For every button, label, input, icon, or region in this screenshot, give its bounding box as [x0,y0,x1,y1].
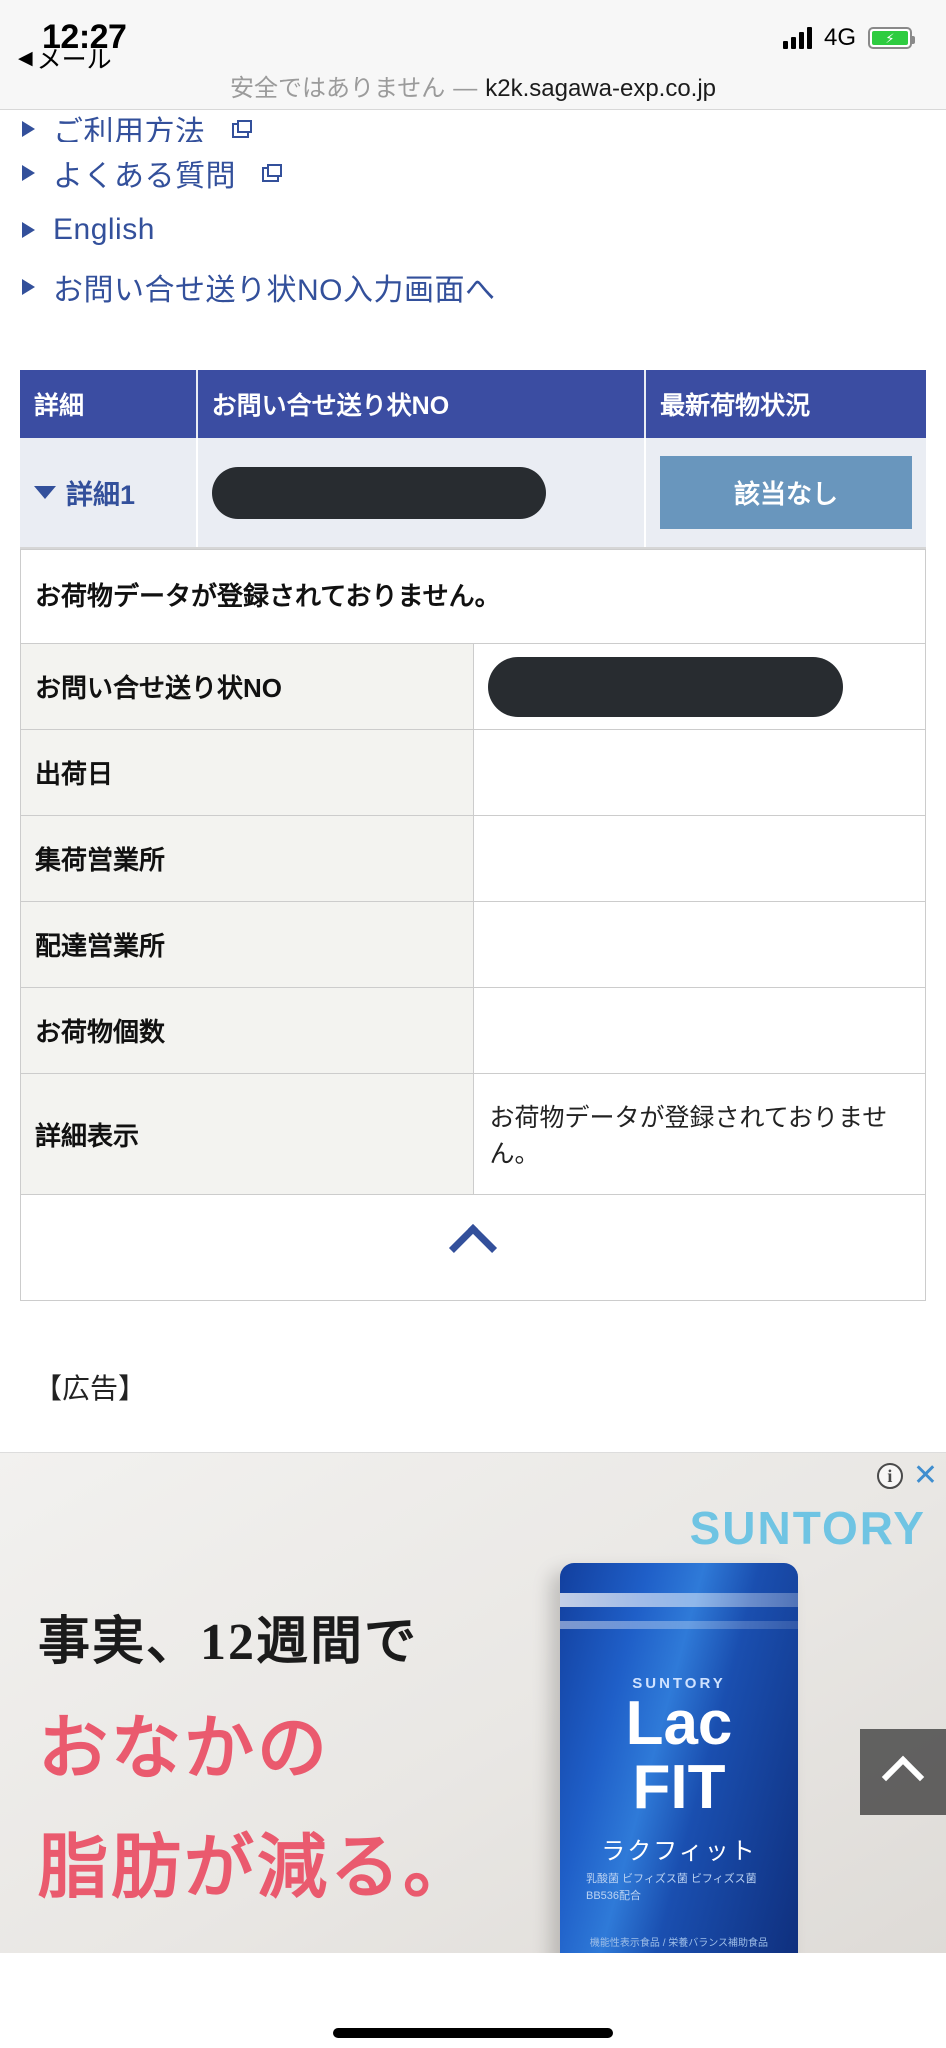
field-label-ship-date: 出荷日 [20,729,474,816]
detail-field-row: お問い合せ送り状NO [20,643,926,730]
pouch-bottom-print: 機能性表示食品 / 栄養バランス補助食品 [589,1938,769,1949]
pouch-product-name-line1: Lac [625,1689,733,1758]
url-display[interactable]: 安全ではありません — k2k.sagawa-exp.co.jp [230,68,716,103]
field-value-detail-display: お荷物データが登録されておりません。 [472,1073,926,1195]
url-separator: — [453,75,478,102]
adchoices-controls[interactable]: i ✕ [876,1461,938,1491]
pouch-seal [560,1593,798,1607]
nav-link-label: ご利用方法 [53,116,206,142]
tracking-number-cell [196,438,647,549]
back-to-mail-label: メール [36,46,112,74]
tracking-table-wrapper: 詳細 お問い合せ送り状NO 最新荷物状況 詳細1 該当なし [20,370,926,549]
signal-bars-icon [782,27,812,49]
column-header-status: 最新荷物状況 [645,370,926,438]
chevron-up-icon [881,1755,925,1799]
pouch-fine-print: 乳酸菌 ビフィズス菌 ビフィズス菌 BB536配合 [586,1873,757,1902]
field-label-tracking-number: お問い合せ送り状NO [20,643,474,730]
external-link-icon [231,120,252,138]
detail-field-row: 配達営業所 [20,901,926,988]
field-label-detail-display: 詳細表示 [20,1073,474,1195]
field-value-delivery-office [472,901,926,988]
column-header-detail: 詳細 [20,370,198,438]
ad-copy-line-1: 事実、12週間で [38,1614,419,1671]
bullet-triangle-icon [22,279,35,295]
page-content: ご利用方法 よくある質問 English お問い合せ送り状NO入力画面へ 詳細 … [0,110,946,1953]
detail-notice-text: お荷物データが登録されておりません。 [20,549,926,644]
detail-toggle-link[interactable]: 詳細1 [34,473,182,512]
scroll-to-top-button[interactable] [860,1729,946,1815]
bullet-triangle-icon [22,222,35,238]
field-label-package-count: お荷物個数 [20,987,474,1074]
advertisement-creative[interactable]: i ✕ SUNTORY 事実、12週間で おなかの 脂肪が減る。 SUNTORY… [0,1453,946,1953]
bullet-triangle-icon [22,165,35,181]
ad-copy-line-2: おなかの [38,1711,330,1788]
info-icon[interactable]: i [876,1463,903,1489]
tracking-number-redaction [211,466,547,519]
close-icon[interactable]: ✕ [913,1461,938,1491]
detail-field-row: 出荷日 [20,729,926,816]
nav-link-faq[interactable]: よくある質問 [0,142,946,204]
chevron-down-icon [34,486,56,499]
advertisement-banner[interactable]: i ✕ SUNTORY 事実、12週間で おなかの 脂肪が減る。 SUNTORY… [0,1452,946,1953]
insecure-warning-label: 安全ではありません [229,75,446,102]
nav-link-label: よくある質問 [53,160,236,193]
status-bar-indicators: 4G ⚡ [782,24,915,52]
pouch-seal-secondary [560,1621,798,1629]
field-value-package-count [472,987,926,1074]
status-cell: 該当なし [645,438,926,549]
pouch-product-name-kana: ラクフィット [601,1838,757,1865]
field-value-ship-date [472,729,926,816]
nav-link-usage[interactable]: ご利用方法 [0,116,946,142]
detail-toggle-label: 詳細1 [66,480,136,510]
field-label-pickup-office: 集荷営業所 [20,815,474,902]
advertisement-copy: 事実、12週間で おなかの 脂肪が減る。 [38,1599,476,1912]
ad-copy-line-3: 脂肪が減る。 [38,1830,476,1907]
detail-field-row: 詳細表示 お荷物データが登録されておりません。 [20,1073,926,1195]
external-link-icon [262,164,282,182]
bullet-triangle-icon [22,121,35,137]
table-row: 詳細1 該当なし [20,438,926,549]
battery-charging-icon: ⚡ [868,27,915,49]
home-indicator [333,2028,613,2038]
url-text: k2k.sagawa-exp.co.jp [485,75,717,102]
status-badge: 該当なし [660,456,912,529]
browser-address-bar[interactable]: ◀ メール 安全ではありません — k2k.sagawa-exp.co.jp [0,46,946,110]
detail-panel: お荷物データが登録されておりません。 お問い合せ送り状NO 出荷日 集荷営業所 … [20,549,926,1301]
advertisement-section-label: 【広告】 [34,1373,147,1404]
detail-notice-row: お荷物データが登録されておりません。 [20,549,926,644]
back-arrow-icon: ◀ [18,47,33,69]
detail-collapse-row[interactable] [20,1194,926,1301]
tracking-table: 詳細 お問い合せ送り状NO 最新荷物状況 詳細1 該当なし [20,370,926,549]
field-label-delivery-office: 配達営業所 [20,901,474,988]
nav-link-english[interactable]: English [0,204,946,256]
pouch-product-name-line2: FIT [632,1753,726,1822]
collapse-detail-button[interactable] [20,1194,926,1301]
product-pouch-image: SUNTORY Lac FIT ラクフィット 乳酸菌 ビフィズス菌 ビフィズス菌… [560,1563,798,1953]
nav-link-tracking-input[interactable]: お問い合せ送り状NO入力画面へ [0,256,946,318]
detail-field-row: 集荷営業所 [20,815,926,902]
tracking-number-redaction [487,656,844,717]
nav-link-list: ご利用方法 よくある質問 English お問い合せ送り状NO入力画面へ [0,110,946,318]
column-header-tracking-number: お問い合せ送り状NO [196,370,647,438]
nav-link-label: お問い合せ送り状NO入力画面へ [53,274,496,307]
table-header-row: 詳細 お問い合せ送り状NO 最新荷物状況 [20,370,926,438]
nav-link-label: English [53,213,155,246]
suntory-logo: SUNTORY [689,1502,926,1554]
detail-table: お荷物データが登録されておりません。 お問い合せ送り状NO 出荷日 集荷営業所 … [20,549,926,1301]
field-value-tracking-number [472,643,926,730]
network-type-label: 4G [823,24,856,51]
detail-toggle-cell[interactable]: 詳細1 [20,438,198,549]
ios-status-bar: 12:27 4G ⚡ [0,0,946,62]
chevron-up-icon [448,1223,498,1273]
detail-field-row: お荷物個数 [20,987,926,1074]
field-value-pickup-office [472,815,926,902]
back-to-mail-button[interactable]: ◀ メール [18,40,112,76]
